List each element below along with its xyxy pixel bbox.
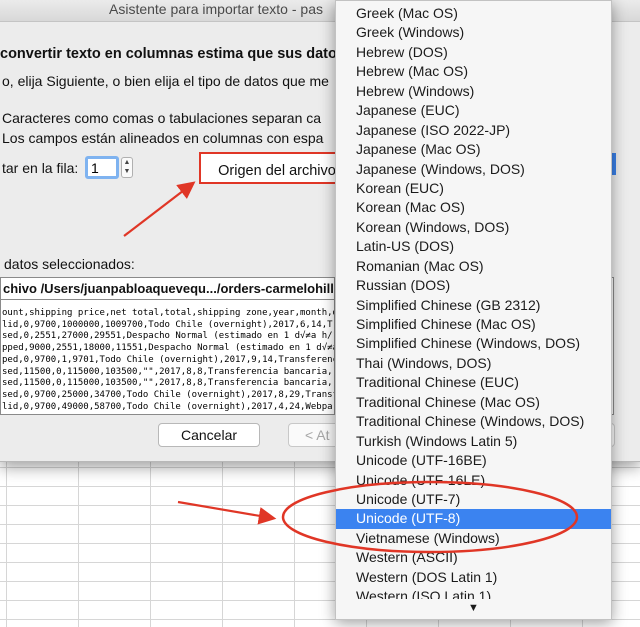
menu-item-encoding[interactable]: Vietnamese (Windows) bbox=[336, 529, 611, 548]
preview-line: sed,0,9700,25000,34700,Todo Chile (overn… bbox=[2, 389, 335, 400]
preview-line: pped,9000,2551,18000,11551,Despacho Norm… bbox=[2, 343, 335, 354]
preview-file-path: chivo /Users/juanpabloaquevequ.../orders… bbox=[1, 278, 334, 300]
menu-item-encoding[interactable]: Japanese (ISO 2022-JP) bbox=[336, 121, 611, 140]
menu-item-encoding[interactable]: Korean (Windows, DOS) bbox=[336, 218, 611, 237]
menu-item-encoding[interactable]: Latin-US (DOS) bbox=[336, 237, 611, 256]
option-fixed-width[interactable]: Los campos están alineados en columnas c… bbox=[2, 130, 323, 146]
menu-item-encoding[interactable]: Japanese (Mac OS) bbox=[336, 140, 611, 159]
scroll-down-arrow-icon[interactable]: ▼ bbox=[336, 599, 611, 617]
menu-item-encoding[interactable]: Traditional Chinese (Mac OS) bbox=[336, 393, 611, 412]
start-row-label: tar en la fila: bbox=[2, 160, 79, 176]
file-origin-dropdown-menu[interactable]: Greek (Mac OS) Greek (Windows) Hebrew (DOS… bbox=[335, 0, 612, 620]
menu-item-encoding[interactable]: Greek (Mac OS) bbox=[336, 4, 611, 23]
start-row-input[interactable] bbox=[85, 156, 119, 179]
preview-label: datos seleccionados: bbox=[4, 256, 135, 272]
preview-line: lid,0,9700,1000000,1009700,Todo Chile (o… bbox=[2, 319, 333, 330]
menu-item-encoding[interactable]: Russian (DOS) bbox=[336, 276, 611, 295]
menu-item-encoding[interactable]: Hebrew (Mac OS) bbox=[336, 62, 611, 81]
wizard-instruction: o, elija Siguiente, o bien elija el tipo… bbox=[2, 73, 329, 89]
menu-item-encoding[interactable]: Simplified Chinese (GB 2312) bbox=[336, 296, 611, 315]
window-title: Asistente para importar texto - pas bbox=[109, 1, 323, 17]
file-origin-popup-button[interactable]: Origen del archivo bbox=[199, 152, 339, 184]
data-preview-pane[interactable]: chivo /Users/juanpabloaquevequ.../orders… bbox=[0, 277, 335, 415]
preview-line: lid,0,9700,49000,58700,Todo Chile (overn… bbox=[2, 401, 333, 412]
menu-item-encoding[interactable]: Simplified Chinese (Mac OS) bbox=[336, 315, 611, 334]
menu-item-encoding[interactable]: Thai (Windows, DOS) bbox=[336, 354, 611, 373]
menu-item-encoding[interactable]: Korean (Mac OS) bbox=[336, 198, 611, 217]
cancel-button[interactable]: Cancelar bbox=[158, 423, 260, 447]
start-row-stepper[interactable]: ▲ ▼ bbox=[121, 157, 133, 178]
popup-button-edge bbox=[612, 153, 616, 175]
menu-item-encoding[interactable]: Simplified Chinese (Windows, DOS) bbox=[336, 334, 611, 353]
wizard-heading: convertir texto en columnas estima que s… bbox=[0, 46, 337, 62]
menu-item-encoding[interactable]: Greek (Windows) bbox=[336, 23, 611, 42]
menu-item-encoding[interactable]: Japanese (EUC) bbox=[336, 101, 611, 120]
preview-line: sed,11500,0,115000,103500,"",2017,8,8,Tr… bbox=[2, 366, 335, 377]
menu-item-encoding[interactable]: Hebrew (DOS) bbox=[336, 43, 611, 62]
preview-line: ped,0,9700,1,9701,Todo Chile (overnight)… bbox=[2, 354, 335, 365]
preview-line: ount,shipping price,net total,total,ship… bbox=[2, 308, 335, 318]
menu-item-encoding[interactable]: Western (ASCII) bbox=[336, 548, 611, 567]
menu-item-encoding[interactable]: Romanian (Mac OS) bbox=[336, 257, 611, 276]
preview-line: sed,11500,0,115000,103500,"",2017,8,8,Tr… bbox=[2, 378, 335, 389]
menu-item-encoding[interactable]: Turkish (Windows Latin 5) bbox=[336, 432, 611, 451]
menu-item-encoding[interactable]: Unicode (UTF-16LE) bbox=[336, 471, 611, 490]
menu-item-encoding[interactable]: Unicode (UTF-16BE) bbox=[336, 451, 611, 470]
menu-item-encoding[interactable]: Western (DOS Latin 1) bbox=[336, 568, 611, 587]
chevron-up-icon[interactable]: ▲ bbox=[122, 158, 132, 167]
chevron-down-icon[interactable]: ▼ bbox=[122, 167, 132, 176]
encoding-list: Greek (Mac OS) Greek (Windows) Hebrew (DOS… bbox=[336, 4, 611, 607]
preview-line: sed,0,2551,27000,29551,Despacho Normal (… bbox=[2, 331, 335, 342]
menu-item-encoding[interactable]: Hebrew (Windows) bbox=[336, 82, 611, 101]
menu-item-encoding[interactable]: Unicode (UTF-7) bbox=[336, 490, 611, 509]
option-delimited[interactable]: Caracteres como comas o tabulaciones sep… bbox=[2, 110, 321, 126]
menu-item-encoding[interactable]: Traditional Chinese (Windows, DOS) bbox=[336, 412, 611, 431]
back-button: < At bbox=[288, 423, 338, 447]
menu-item-encoding[interactable]: Unicode (UTF-8) bbox=[336, 509, 611, 529]
menu-item-encoding[interactable]: Japanese (Windows, DOS) bbox=[336, 160, 611, 179]
menu-item-encoding[interactable]: Korean (EUC) bbox=[336, 179, 611, 198]
menu-item-encoding[interactable]: Traditional Chinese (EUC) bbox=[336, 373, 611, 392]
